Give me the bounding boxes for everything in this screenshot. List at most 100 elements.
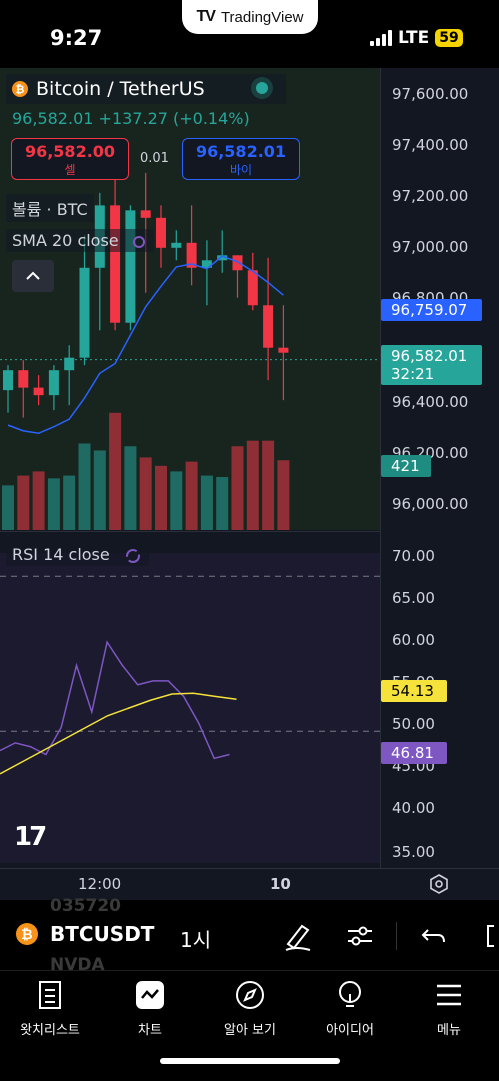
collapse-legend-button[interactable] (12, 260, 54, 292)
nav-label: 아이디어 (326, 1023, 374, 1038)
interval-selector[interactable]: 1시 (180, 924, 211, 953)
candle-body (263, 305, 274, 348)
rsi-ma-line (0, 692, 237, 775)
volume-indicator-label[interactable]: 볼륨 · BTC (6, 194, 94, 222)
nav-chart[interactable]: 차트 (100, 979, 200, 1038)
nav-label: 왓치리스트 (20, 1023, 80, 1038)
fullscreen-icon[interactable] (480, 920, 499, 952)
volume-bar (2, 485, 14, 530)
candle-body (140, 210, 151, 218)
battery-icon: 59 (435, 29, 463, 47)
app-pill-label: TradingView (220, 8, 304, 26)
tradingview-watermark-icon: 17 (14, 822, 47, 852)
loading-icon (132, 235, 145, 248)
volume-bar (47, 478, 60, 530)
status-time: 9:27 (50, 26, 103, 50)
rsi-ma-tag: 54.13 (381, 680, 447, 702)
candle-body (3, 370, 13, 391)
buy-price: 96,582.01 (195, 142, 287, 161)
candle-body (125, 210, 136, 323)
spread-value: 0.01 (140, 151, 169, 166)
price-tick: 97,600.00 (392, 85, 469, 103)
volume-bar (63, 475, 76, 530)
undo-icon[interactable] (418, 920, 450, 952)
rsi-tick: 70.00 (392, 547, 435, 565)
candle-body (232, 255, 243, 271)
candle-body (48, 370, 59, 396)
nav-ideas[interactable]: 아이디어 (300, 979, 400, 1038)
symbol-selector[interactable]: ₿ BTCUSDT (16, 922, 154, 946)
time-tick: 10 (270, 875, 291, 893)
price-change-line: 96,582.01 +137.27 (+0.14%) (12, 109, 250, 128)
status-bar: 9:27 TV TradingView LTE 59 (0, 0, 499, 70)
price-tick: 97,400.00 (392, 136, 469, 154)
volume-bar (78, 443, 91, 530)
rsi-tick: 40.00 (392, 799, 435, 817)
volume-bar (277, 460, 290, 530)
explore-icon (234, 979, 266, 1011)
app-pill[interactable]: TV TradingView (182, 0, 318, 34)
sell-label: 셀 (64, 163, 76, 177)
rsi-line (0, 640, 230, 760)
menu-icon (433, 979, 465, 1011)
volume-bar (109, 412, 122, 530)
nav-menu[interactable]: 메뉴 (399, 979, 499, 1038)
bitcoin-icon: ₿ (16, 923, 38, 945)
nav-label: 알아 보기 (224, 1023, 276, 1038)
volume-bar (17, 475, 30, 530)
drawing-tools-icon[interactable] (282, 920, 314, 952)
chart-icon (134, 979, 166, 1011)
volume-bar (246, 440, 259, 530)
rsi-label-text: RSI 14 close (12, 545, 110, 564)
rsi-tick: 65.00 (392, 589, 435, 607)
volume-bar (32, 471, 45, 530)
market-open-indicator-icon (256, 82, 268, 94)
candle-body (110, 205, 121, 323)
volume-tag: 421 (381, 455, 431, 477)
signal-icon (370, 30, 392, 46)
price-tick: 97,200.00 (392, 187, 469, 205)
current-price-value: 96,582.01 (391, 347, 468, 365)
chevron-up-icon (26, 271, 40, 280)
volume-bar (231, 446, 244, 530)
volume-bar (262, 440, 275, 530)
home-indicator (160, 1058, 340, 1064)
network-label: LTE (398, 28, 430, 48)
symbol-header[interactable]: ₿ Bitcoin / TetherUS (6, 74, 286, 104)
rsi-tag: 46.81 (381, 742, 447, 764)
volume-bar (185, 461, 198, 530)
rsi-indicator-label[interactable]: RSI 14 close (6, 543, 149, 566)
candle-body (33, 387, 44, 396)
volume-bar (170, 471, 183, 530)
ideas-icon (334, 979, 366, 1011)
bottom-nav: 왓치리스트 차트 알아 보기 아이디어 메뉴 (0, 970, 499, 1081)
nav-explore[interactable]: 알아 보기 (200, 979, 300, 1038)
volume-bar (155, 465, 167, 530)
sma-label-text: SMA 20 close (12, 231, 119, 250)
status-right: LTE 59 (370, 28, 463, 48)
rsi-tick: 50.00 (392, 715, 435, 733)
buy-button[interactable]: 96,582.01 바이 (182, 138, 300, 180)
volume-bar (200, 475, 213, 530)
nav-label: 차트 (138, 1023, 162, 1038)
sma-indicator-label[interactable]: SMA 20 close (6, 229, 154, 252)
candle-body (79, 267, 90, 358)
symbol-title: Bitcoin / TetherUS (36, 78, 205, 100)
volume-bar (216, 476, 229, 530)
candle-countdown: 32:21 (391, 365, 435, 383)
symbol-name: BTCUSDT (50, 922, 155, 946)
bitcoin-icon: ₿ (12, 81, 28, 97)
buy-label: 바이 (229, 163, 253, 177)
sell-button[interactable]: 96,582.00 셀 (11, 138, 129, 180)
volume-bar (139, 457, 152, 530)
price-change: +137.27 (+0.14%) (98, 109, 250, 128)
price-tick: 96,000.00 (392, 495, 469, 513)
nav-watchlist[interactable]: 왓치리스트 (0, 979, 100, 1038)
chart-canvas[interactable] (0, 68, 380, 868)
tradingview-logo-icon: TV (196, 8, 216, 25)
candle-body (64, 357, 75, 371)
sma-value-tag: 96,759.07 (381, 299, 482, 321)
rsi-tick: 35.00 (392, 843, 435, 861)
settings-hex-icon[interactable] (428, 873, 450, 895)
indicators-icon[interactable] (344, 920, 376, 952)
